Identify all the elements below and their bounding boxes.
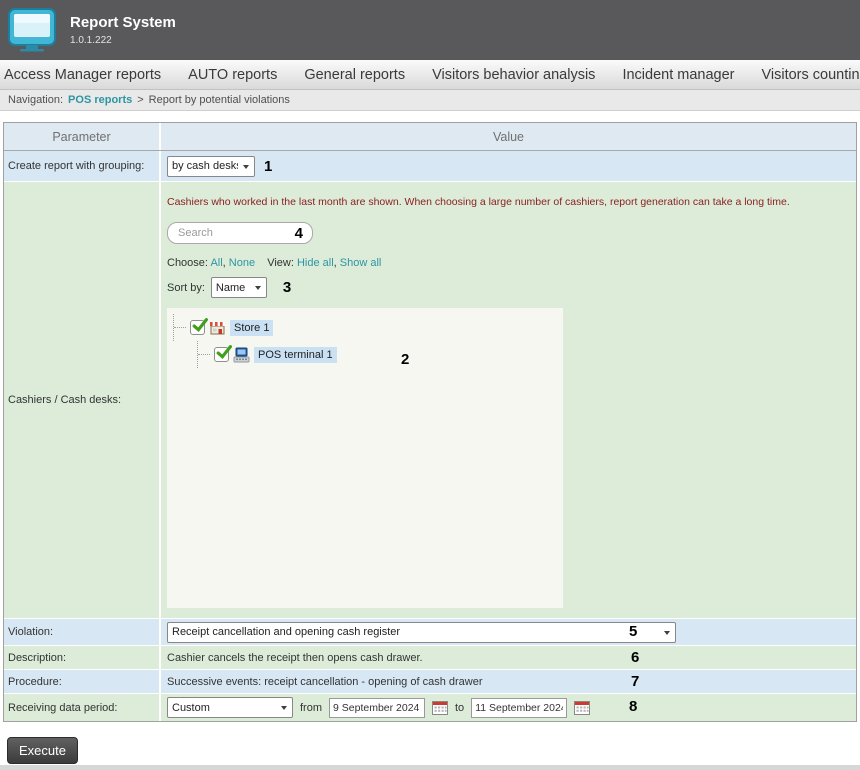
parameters-table: Parameter Value Create report with group… xyxy=(3,122,857,722)
violation-label: Violation: xyxy=(4,619,161,645)
description-value-cell: Cashier cancels the receipt then opens c… xyxy=(161,646,856,669)
tree-node-store[interactable]: Store 1 xyxy=(173,314,563,341)
tree-connector xyxy=(197,341,212,368)
violation-select-wrap: Receipt cancellation and opening cash re… xyxy=(167,622,676,643)
breadcrumb-label: Navigation: xyxy=(8,94,63,106)
app-title-block: Report System 1.0.1.222 xyxy=(70,14,176,46)
callout-6: 6 xyxy=(631,650,639,665)
comma: , xyxy=(334,257,337,269)
cashiers-tree: Store 1 xyxy=(167,308,563,608)
view-hide-all-link[interactable]: Hide all xyxy=(297,257,334,269)
execute-button[interactable]: Execute xyxy=(7,737,78,764)
description-label: Description: xyxy=(4,646,161,669)
date-to-input[interactable] xyxy=(471,698,567,718)
table-header-row: Parameter Value xyxy=(4,123,856,151)
sort-select[interactable]: Name xyxy=(211,277,267,298)
sort-by-label: Sort by: xyxy=(167,282,205,294)
grouping-label: Create report with grouping: xyxy=(4,151,161,181)
period-label: Receiving data period: xyxy=(4,694,161,721)
breadcrumb-separator: > xyxy=(137,94,143,106)
main-menu: Access Manager reports AUTO reports Gene… xyxy=(0,60,860,90)
row-grouping: Create report with grouping: by cash des… xyxy=(4,151,856,181)
choose-view-row: Choose: All, None View: Hide all, Show a… xyxy=(167,257,848,269)
row-cashiers: Cashiers / Cash desks: Cashiers who work… xyxy=(4,181,856,618)
from-label: from xyxy=(300,702,322,714)
grouping-select-wrap: by cash desks xyxy=(167,156,255,177)
procedure-value-cell: Successive events: receipt cancellation … xyxy=(161,670,856,693)
callout-2: 2 xyxy=(401,352,409,367)
cashiers-warning-text: Cashiers who worked in the last month ar… xyxy=(167,196,848,208)
app-version: 1.0.1.222 xyxy=(70,35,176,46)
callout-4: 4 xyxy=(295,226,303,241)
sort-select-wrap: Name xyxy=(211,277,267,298)
menu-item-access-manager-reports[interactable]: Access Manager reports xyxy=(4,67,161,83)
calendar-icon-from[interactable] xyxy=(432,700,448,715)
period-value-cell: Custom from to xyxy=(161,694,856,721)
column-header-value: Value xyxy=(161,123,856,150)
row-violation: Violation: Receipt cancellation and open… xyxy=(4,618,856,645)
violation-select[interactable]: Receipt cancellation and opening cash re… xyxy=(167,622,676,643)
view-label: View: xyxy=(267,257,294,269)
row-procedure: Procedure: Successive events: receipt ca… xyxy=(4,669,856,693)
callout-8: 8 xyxy=(629,699,637,714)
app-header: Report System 1.0.1.222 xyxy=(0,0,860,60)
calendar-icon-to[interactable] xyxy=(574,700,590,715)
comma: , xyxy=(223,257,226,269)
menu-item-general-reports[interactable]: General reports xyxy=(304,67,405,83)
description-text: Cashier cancels the receipt then opens c… xyxy=(167,652,423,664)
choose-label: Choose: xyxy=(167,257,208,269)
view-show-all-link[interactable]: Show all xyxy=(340,257,382,269)
store-icon xyxy=(209,320,226,336)
tree-node-pos-terminal[interactable]: POS terminal 1 xyxy=(197,341,563,368)
pos-terminal-checkbox-checked[interactable] xyxy=(214,347,229,362)
callout-7: 7 xyxy=(631,674,639,689)
procedure-text: Successive events: receipt cancellation … xyxy=(167,676,483,688)
violation-value-cell: Receipt cancellation and opening cash re… xyxy=(161,619,856,645)
app-title: Report System xyxy=(70,14,176,31)
search-input[interactable] xyxy=(167,222,313,244)
grouping-select[interactable]: by cash desks xyxy=(167,156,255,177)
callout-1: 1 xyxy=(264,159,272,174)
procedure-label: Procedure: xyxy=(4,670,161,693)
cashiers-search: 4 xyxy=(167,222,313,244)
cashiers-label: Cashiers / Cash desks: xyxy=(4,182,161,618)
period-mode-select[interactable]: Custom xyxy=(167,697,293,718)
menu-item-incident-manager[interactable]: Incident manager xyxy=(622,67,734,83)
store-checkbox-checked[interactable] xyxy=(190,320,205,335)
choose-none-link[interactable]: None xyxy=(229,257,255,269)
breadcrumb-current-page: Report by potential violations xyxy=(149,94,290,106)
callout-5: 5 xyxy=(629,624,637,639)
sort-row: Sort by: Name 3 xyxy=(167,277,848,298)
callout-3: 3 xyxy=(283,280,291,295)
breadcrumb: Navigation: POS reports > Report by pote… xyxy=(0,90,860,111)
pos-terminal-icon xyxy=(233,347,250,363)
menu-item-auto-reports[interactable]: AUTO reports xyxy=(188,67,277,83)
menu-item-visitors-behavior-analysis[interactable]: Visitors behavior analysis xyxy=(432,67,595,83)
date-from-input[interactable] xyxy=(329,698,425,718)
cashiers-value-cell: Cashiers who worked in the last month ar… xyxy=(161,182,856,618)
footer-strip xyxy=(0,765,860,770)
tree-connector xyxy=(173,314,188,341)
choose-all-link[interactable]: All xyxy=(210,257,222,269)
to-label: to xyxy=(455,702,464,714)
column-header-parameter: Parameter xyxy=(4,123,161,150)
report-parameters: Parameter Value Create report with group… xyxy=(3,122,857,764)
period-mode-select-wrap: Custom xyxy=(167,697,293,718)
menu-item-visitors-counting[interactable]: Visitors counting xyxy=(761,67,860,83)
row-description: Description: Cashier cancels the receipt… xyxy=(4,645,856,669)
row-period: Receiving data period: Custom from to xyxy=(4,693,856,721)
breadcrumb-link-pos-reports[interactable]: POS reports xyxy=(68,94,132,106)
grouping-value-cell: by cash desks 1 xyxy=(161,151,856,181)
app-logo-icon xyxy=(8,8,56,52)
tree-label-store[interactable]: Store 1 xyxy=(230,320,273,336)
tree-label-pos-terminal[interactable]: POS terminal 1 xyxy=(254,347,337,363)
report-system-app: Report System 1.0.1.222 Access Manager r… xyxy=(0,0,860,770)
